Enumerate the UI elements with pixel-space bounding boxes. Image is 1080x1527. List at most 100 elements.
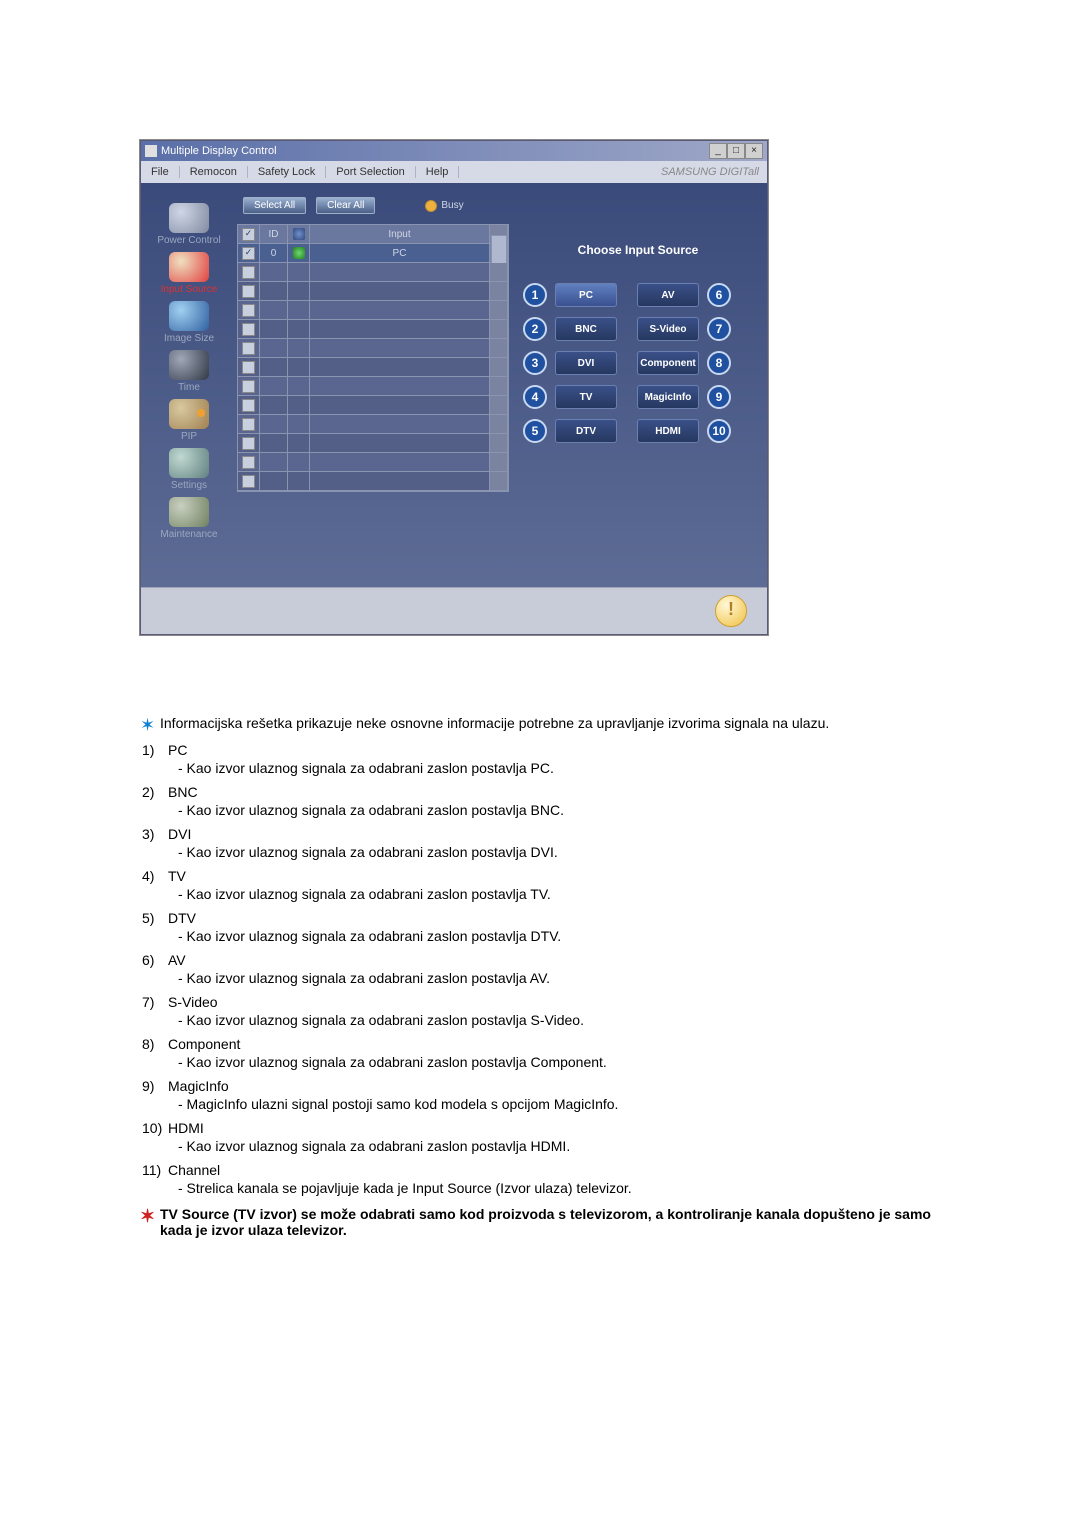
source-row-bnc: 2 BNC	[523, 317, 617, 341]
menu-port-selection[interactable]: Port Selection	[326, 166, 415, 178]
maximize-button[interactable]: □	[727, 143, 745, 159]
grid-row[interactable]	[238, 301, 508, 320]
input-source-icon	[169, 252, 209, 282]
display-grid: ID Input 0 PC	[237, 224, 509, 492]
checkbox-icon[interactable]	[242, 456, 255, 469]
cell-input: PC	[310, 244, 490, 263]
grid-row[interactable]	[238, 453, 508, 472]
grid-row[interactable]	[238, 320, 508, 339]
source-component-button[interactable]: Component	[637, 351, 699, 375]
checkbox-icon[interactable]	[242, 399, 255, 412]
final-note-text: TV Source (TV izvor) se može odabrati sa…	[160, 1206, 940, 1238]
checkbox-icon[interactable]	[242, 323, 255, 336]
menu-safety-lock[interactable]: Safety Lock	[248, 166, 326, 178]
checkbox-icon[interactable]	[242, 361, 255, 374]
menu-remocon[interactable]: Remocon	[180, 166, 248, 178]
source-av-button[interactable]: AV	[637, 283, 699, 307]
source-grid: 1 PC 2 BNC 3 DVI 4 TV	[523, 283, 753, 443]
busy-label: Busy	[441, 200, 463, 211]
badge-7: 7	[707, 317, 731, 341]
sidebar-item-settings[interactable]: Settings	[169, 448, 209, 491]
cell-id: 0	[260, 244, 288, 263]
checkbox-icon[interactable]	[242, 437, 255, 450]
list-item: 6)AV- Kao izvor ulaznog signala za odabr…	[142, 952, 940, 986]
header-id[interactable]: ID	[260, 225, 288, 244]
grid-row[interactable]	[238, 263, 508, 282]
source-svideo-button[interactable]: S-Video	[637, 317, 699, 341]
select-all-button[interactable]: Select All	[243, 197, 306, 214]
grid-row[interactable]	[238, 339, 508, 358]
star-icon: ✶	[140, 718, 154, 732]
sidebar-item-maintenance[interactable]: Maintenance	[160, 497, 217, 540]
grid-row[interactable]: 0 PC	[238, 244, 508, 263]
sidebar-label: Input Source	[161, 284, 218, 295]
source-row-dvi: 3 DVI	[523, 351, 617, 375]
maintenance-icon	[169, 497, 209, 527]
sidebar: Power Control Input Source Image Size Ti…	[141, 183, 237, 587]
checkbox-icon[interactable]	[242, 247, 255, 260]
source-row-av: AV 6	[637, 283, 731, 307]
sidebar-item-time[interactable]: Time	[169, 350, 209, 393]
grid-row[interactable]	[238, 358, 508, 377]
source-hdmi-button[interactable]: HDMI	[637, 419, 699, 443]
sidebar-item-pip[interactable]: PIP	[169, 399, 209, 442]
clear-all-button[interactable]: Clear All	[316, 197, 375, 214]
grid-row[interactable]	[238, 434, 508, 453]
checkbox-icon[interactable]	[242, 475, 255, 488]
window-title: Multiple Display Control	[161, 145, 277, 157]
grid-row[interactable]	[238, 472, 508, 491]
brand-label: SAMSUNG DIGITall	[661, 166, 767, 178]
source-col-left: 1 PC 2 BNC 3 DVI 4 TV	[523, 283, 617, 443]
list-item: 10)HDMI- Kao izvor ulaznog signala za od…	[142, 1120, 940, 1154]
source-row-pc: 1 PC	[523, 283, 617, 307]
star-icon: ✶	[140, 1209, 154, 1238]
sidebar-label: Settings	[171, 480, 207, 491]
checkbox-icon[interactable]	[242, 342, 255, 355]
grid-row[interactable]	[238, 415, 508, 434]
status-on-icon	[293, 247, 305, 259]
header-input[interactable]: Input	[310, 225, 490, 244]
checkbox-icon[interactable]	[242, 266, 255, 279]
checkbox-icon[interactable]	[242, 418, 255, 431]
source-bnc-button[interactable]: BNC	[555, 317, 617, 341]
sidebar-label: Time	[178, 382, 200, 393]
badge-2: 2	[523, 317, 547, 341]
source-row-magicinfo: MagicInfo 9	[637, 385, 731, 409]
sidebar-item-power[interactable]: Power Control	[157, 203, 220, 246]
checkbox-icon[interactable]	[242, 380, 255, 393]
menu-file[interactable]: File	[141, 166, 180, 178]
app-window: Multiple Display Control _ □ × File Remo…	[140, 140, 768, 635]
list-item: 7)S-Video- Kao izvor ulaznog signala za …	[142, 994, 940, 1028]
grid-row[interactable]	[238, 377, 508, 396]
grid-row[interactable]	[238, 282, 508, 301]
sidebar-item-image-size[interactable]: Image Size	[164, 301, 214, 344]
list-item: 2)BNC- Kao izvor ulaznog signala za odab…	[142, 784, 940, 818]
right-panel: Choose Input Source 1 PC 2 BNC 3	[509, 183, 767, 587]
source-magicinfo-button[interactable]: MagicInfo	[637, 385, 699, 409]
power-icon	[169, 203, 209, 233]
source-dvi-button[interactable]: DVI	[555, 351, 617, 375]
badge-9: 9	[707, 385, 731, 409]
source-row-dtv: 5 DTV	[523, 419, 617, 443]
checkbox-icon[interactable]	[242, 285, 255, 298]
source-pc-button[interactable]: PC	[555, 283, 617, 307]
minimize-button[interactable]: _	[709, 143, 727, 159]
header-status[interactable]	[288, 225, 310, 244]
sidebar-item-input-source[interactable]: Input Source	[161, 252, 218, 295]
grid-header: ID Input	[238, 225, 508, 244]
checkbox-icon[interactable]	[242, 304, 255, 317]
badge-8: 8	[707, 351, 731, 375]
list-item: 9)MagicInfo- MagicInfo ulazni signal pos…	[142, 1078, 940, 1112]
source-tv-button[interactable]: TV	[555, 385, 617, 409]
source-dtv-button[interactable]: DTV	[555, 419, 617, 443]
sidebar-label: Maintenance	[160, 529, 217, 540]
sidebar-label: Image Size	[164, 333, 214, 344]
close-button[interactable]: ×	[745, 143, 763, 159]
grid-row[interactable]	[238, 396, 508, 415]
header-checkbox-cell[interactable]	[238, 225, 260, 244]
list-item: 1)PC- Kao izvor ulaznog signala za odabr…	[142, 742, 940, 776]
badge-10: 10	[707, 419, 731, 443]
menu-help[interactable]: Help	[416, 166, 460, 178]
badge-3: 3	[523, 351, 547, 375]
toolbar-row: Select All Clear All Busy	[237, 193, 509, 224]
